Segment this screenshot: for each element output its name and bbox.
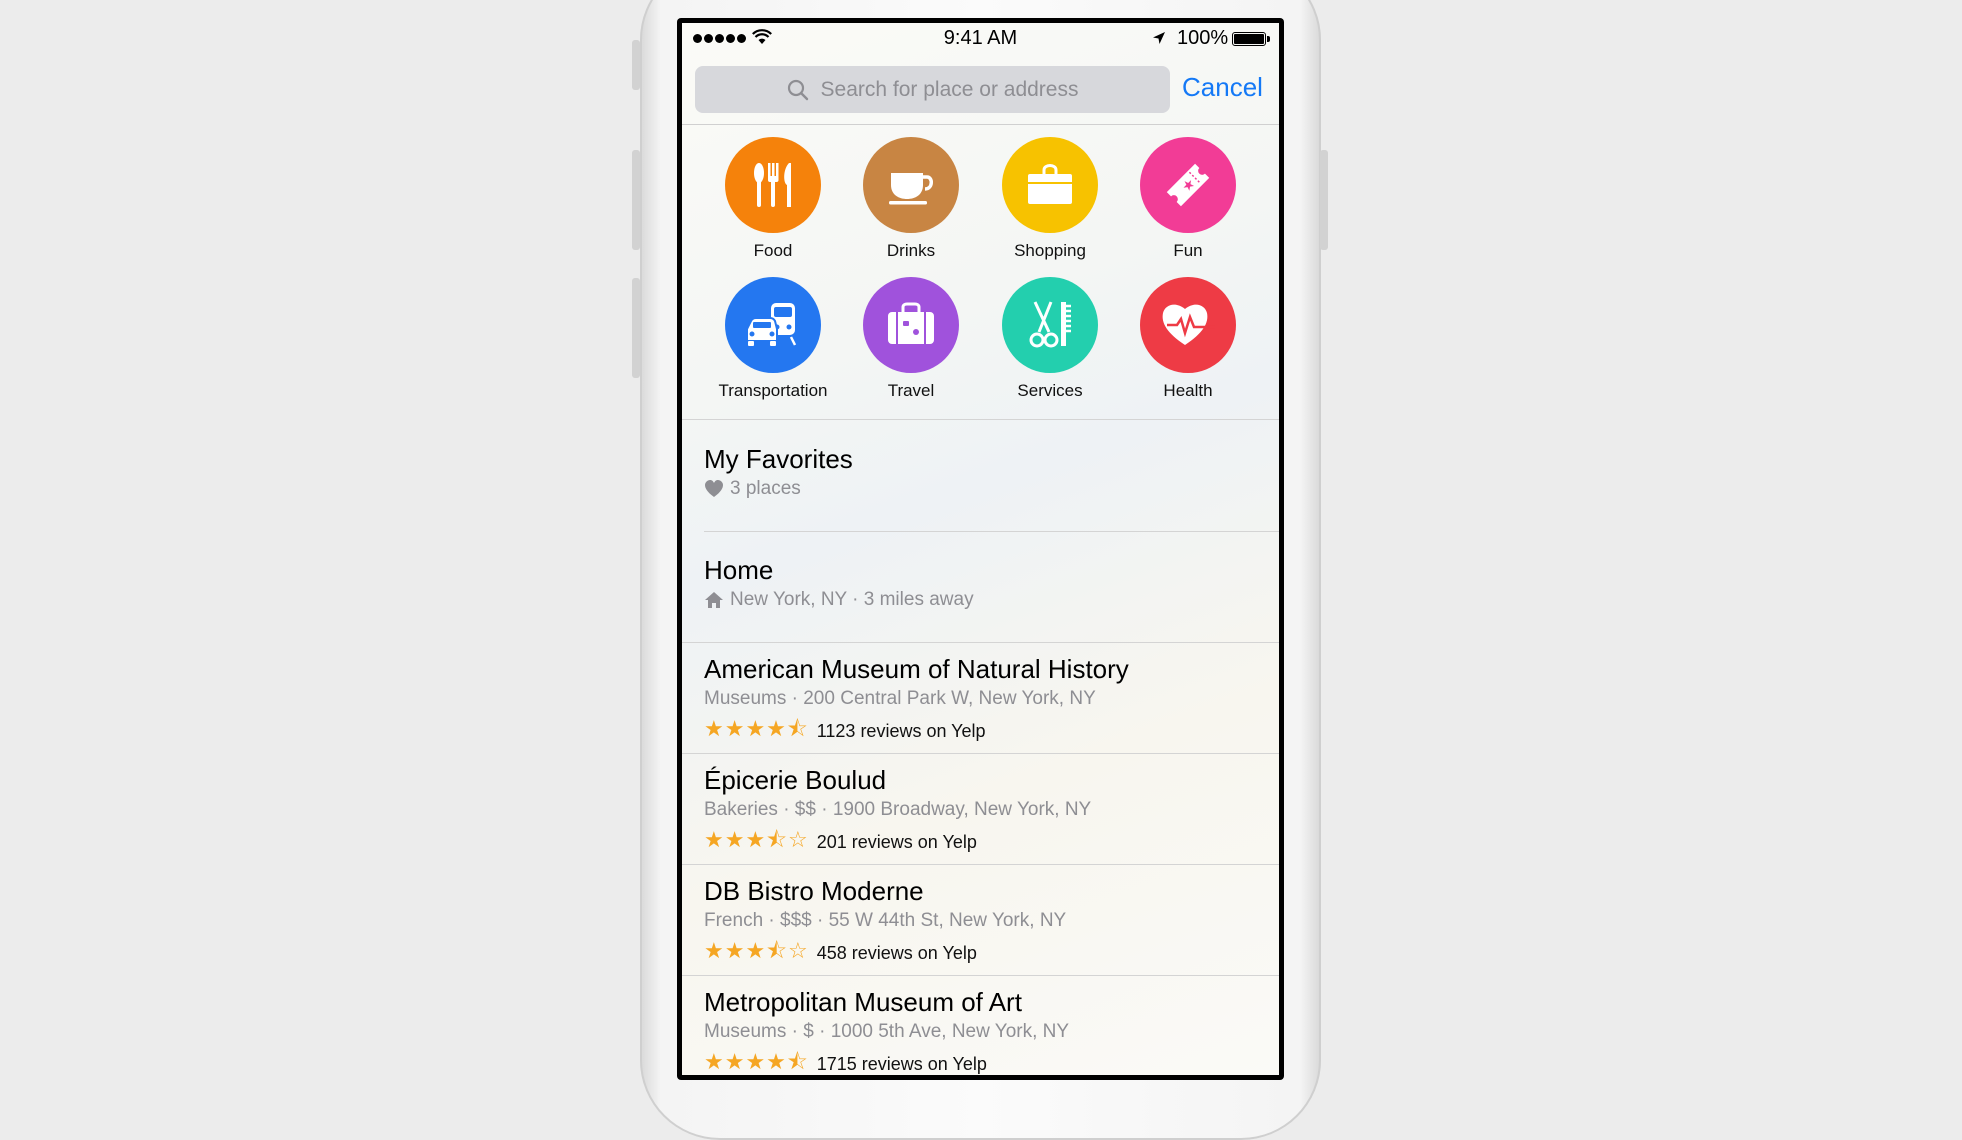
category-fun[interactable]: ★ Fun [1118, 137, 1258, 261]
star-rating: ★★★★⯪ [704, 1049, 809, 1074]
coffee-cup-icon [863, 137, 959, 233]
place-details: French · $$$ · 55 W 44th St, New York, N… [704, 910, 1067, 931]
list-divider [704, 531, 1279, 532]
category-label: Services [1017, 381, 1083, 400]
star-rating: ★★★⯪☆ [704, 827, 809, 852]
mute-switch [632, 40, 640, 90]
category-services[interactable]: Services [980, 277, 1120, 401]
list-item[interactable]: Épicerie Boulud Bakeries · $$ · 1900 Bro… [704, 765, 1264, 861]
category-label: Health [1163, 381, 1213, 400]
volume-up-button [632, 150, 640, 250]
battery-icon [1232, 32, 1270, 46]
categories-divider [682, 419, 1279, 420]
place-name: Épicerie Boulud [704, 765, 887, 795]
category-shopping[interactable]: Shopping [980, 137, 1120, 261]
category-food[interactable]: Food [703, 137, 843, 261]
review-count: 1123 reviews on Yelp [816, 720, 986, 741]
home-item[interactable]: Home New York, NY · 3 miles away [704, 555, 1264, 611]
search-icon [787, 79, 808, 100]
place-name: DB Bistro Moderne [704, 876, 924, 906]
category-label: Food [753, 241, 793, 260]
house-icon [705, 592, 723, 608]
category-label: Fun [1173, 241, 1203, 260]
category-label: Drinks [886, 241, 936, 260]
review-count: 458 reviews on Yelp [816, 942, 977, 963]
list-divider [682, 753, 1279, 754]
scissors-comb-icon [1002, 277, 1098, 373]
category-label: Travel [887, 381, 935, 400]
list-item[interactable]: DB Bistro Moderne French · $$$ · 55 W 44… [704, 876, 1264, 972]
heart-icon [705, 480, 723, 497]
shopping-bag-icon [1002, 137, 1098, 233]
home-title: Home [704, 555, 774, 585]
home-location: New York, NY · 3 miles away [730, 589, 974, 610]
cancel-button[interactable]: Cancel [1182, 72, 1263, 103]
header-divider [682, 124, 1279, 125]
maps-search-screen: 9:41 AM 100% Search for place or address… [682, 23, 1279, 1075]
suitcase-icon [863, 277, 959, 373]
fork-knife-icon [725, 137, 821, 233]
list-divider [682, 975, 1279, 976]
star-rating: ★★★★⯪ [704, 716, 809, 741]
review-count: 201 reviews on Yelp [816, 831, 977, 852]
place-name: American Museum of Natural History [704, 654, 1129, 684]
volume-down-button [632, 278, 640, 378]
place-details: Museums · 200 Central Park W, New York, … [704, 688, 1096, 709]
ticket-icon: ★ [1140, 137, 1236, 233]
place-details: Museums · $ · 1000 5th Ave, New York, NY [704, 1021, 1070, 1042]
list-item[interactable]: Metropolitan Museum of Art Museums · $ ·… [704, 987, 1264, 1075]
star-rating: ★★★⯪☆ [704, 938, 809, 963]
category-label: Transportation [718, 381, 828, 400]
favorites-count: 3 places [730, 478, 801, 499]
favorites-title: My Favorites [704, 444, 853, 474]
power-button [1320, 150, 1328, 250]
list-divider [682, 642, 1279, 643]
status-bar: 9:41 AM 100% [682, 23, 1279, 57]
list-item[interactable]: American Museum of Natural History Museu… [704, 654, 1264, 750]
category-transportation[interactable]: Transportation [703, 277, 843, 401]
review-count: 1715 reviews on Yelp [816, 1053, 987, 1074]
location-arrow-icon [1153, 32, 1165, 44]
heart-pulse-icon [1140, 277, 1236, 373]
place-name: Metropolitan Museum of Art [704, 987, 1022, 1017]
category-label: Shopping [1014, 241, 1086, 260]
category-drinks[interactable]: Drinks [841, 137, 981, 261]
car-train-icon [725, 277, 821, 373]
place-details: Bakeries · $$ · 1900 Broadway, New York,… [704, 799, 1092, 820]
favorites-item[interactable]: My Favorites 3 places [704, 444, 1264, 500]
battery-percent: 100% [1177, 27, 1229, 49]
category-health[interactable]: Health [1118, 277, 1258, 401]
list-divider [682, 864, 1279, 865]
search-field[interactable]: Search for place or address [695, 66, 1170, 113]
search-placeholder: Search for place or address [820, 77, 1079, 101]
category-travel[interactable]: Travel [841, 277, 981, 401]
